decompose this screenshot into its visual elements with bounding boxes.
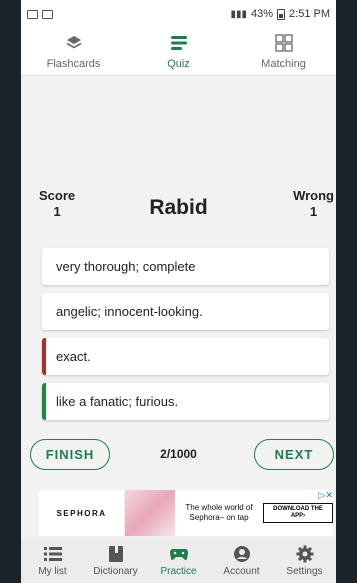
battery-percent: 43%: [251, 8, 274, 20]
wrong-label: Wrong: [293, 188, 334, 203]
tab-quiz[interactable]: Quiz: [126, 28, 231, 75]
grid-icon: [274, 34, 293, 52]
nav-settings[interactable]: Settings: [273, 538, 336, 583]
account-icon: [233, 545, 250, 562]
gamepad-icon: [169, 548, 188, 560]
ad-close-icon[interactable]: ▷✕: [309, 490, 333, 502]
quiz-word: Rabid: [149, 196, 208, 219]
nav-my-list[interactable]: My list: [21, 538, 84, 583]
tab-matching[interactable]: Matching: [231, 28, 336, 75]
wrong-counter: Wrong 1: [293, 188, 334, 220]
tab-label: Matching: [261, 58, 306, 70]
image-icon: [27, 9, 38, 19]
answer-option-wrong[interactable]: exact.: [42, 338, 329, 375]
quiz-controls: FINISH 2/1000 NEXT: [21, 439, 336, 471]
ad-image: [125, 490, 175, 536]
answer-option[interactable]: angelic; innocent-looking.: [42, 293, 329, 330]
battery-icon: [277, 8, 286, 20]
tab-label: Quiz: [167, 58, 190, 70]
nav-label: Dictionary: [93, 565, 138, 577]
activity-icon: [42, 9, 53, 19]
signal-icon: ▮▮▮: [230, 8, 247, 20]
ad-cta-label: DOWNLOAD THE APP›: [263, 503, 333, 523]
tab-flashcards[interactable]: Flashcards: [21, 28, 126, 75]
ad-banner[interactable]: SEPHORA The whole world of Sephora– on t…: [39, 490, 333, 536]
menu-icon: [170, 36, 187, 50]
mode-tabs: Flashcards Quiz Matching: [21, 28, 336, 76]
nav-label: Practice: [160, 565, 197, 577]
answer-option-correct[interactable]: like a fanatic; furious.: [42, 383, 329, 420]
quiz-area: Score 1 Rabid Wrong 1 very thorough; com…: [21, 76, 336, 512]
answer-option[interactable]: very thorough; complete: [42, 248, 329, 285]
next-button[interactable]: NEXT: [254, 439, 334, 470]
status-left-icons: [27, 9, 53, 19]
nav-label: Settings: [286, 565, 323, 577]
nav-label: Account: [223, 565, 260, 577]
nav-practice[interactable]: Practice: [147, 538, 210, 583]
status-right: ▮▮▮ 43% 2:51 PM: [230, 8, 330, 20]
clock: 2:51 PM: [289, 8, 330, 20]
nav-account[interactable]: Account: [210, 538, 273, 583]
gear-icon: [296, 545, 313, 562]
layers-icon: [66, 36, 81, 49]
list-icon: [43, 546, 62, 561]
status-bar: ▮▮▮ 43% 2:51 PM: [21, 0, 336, 28]
app-screen: ▮▮▮ 43% 2:51 PM Flashcards Quiz Matching…: [21, 0, 336, 583]
wrong-value: 1: [309, 204, 318, 219]
ad-text: The whole world of Sephora– on tap: [185, 503, 253, 522]
ad-brand: SEPHORA: [39, 490, 125, 536]
nav-label: My list: [38, 565, 67, 577]
nav-dictionary[interactable]: Dictionary: [84, 538, 147, 583]
bottom-nav: My list Dictionary Practice Account Sett…: [21, 538, 336, 583]
book-icon: [108, 545, 123, 562]
tab-label: Flashcards: [46, 58, 101, 70]
